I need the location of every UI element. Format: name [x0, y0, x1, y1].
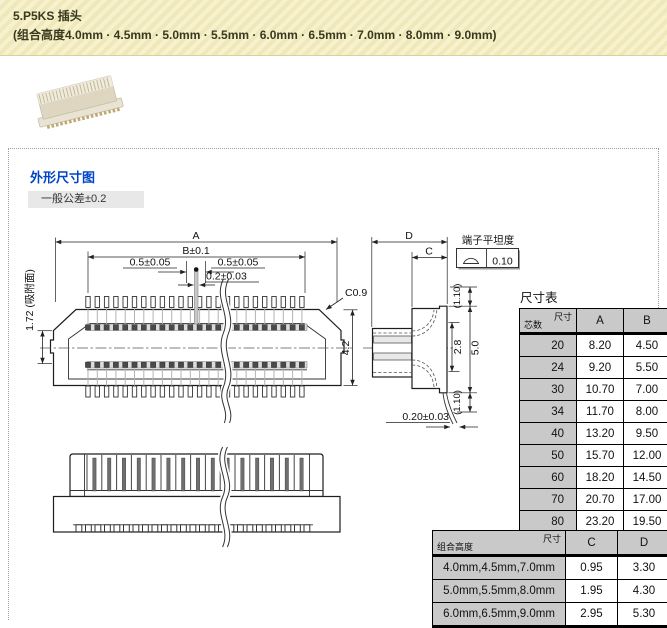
corner-label-size: 尺寸: [543, 532, 561, 545]
value-cell: 1.95: [566, 580, 618, 603]
value-cell: 8.20: [577, 334, 624, 357]
table-row: 6018.2014.50: [520, 467, 667, 489]
table-row: 6.0mm,6.5mm,9.0mm2.955.30: [433, 603, 667, 627]
chamfer-label: C0.9: [345, 287, 367, 299]
dim-label-50: 5.0: [470, 341, 482, 356]
page-header: 5.P5KS 插头 (组合高度4.0mm · 4.5mm · 5.0mm · 5…: [0, 0, 667, 56]
size-table-body: 208.204.50249.205.503010.707.003411.708.…: [520, 334, 667, 556]
page-subtitle: (组合高度4.0mm · 4.5mm · 5.0mm · 5.5mm · 6.0…: [13, 28, 667, 43]
value-cell: 17.00: [624, 489, 667, 511]
size-table-corner-cell: 尺寸 芯数: [520, 309, 577, 334]
height-table-body: 4.0mm,4.5mm,7.0mm0.953.305.0mm,5.5mm,8.0…: [433, 556, 667, 627]
chamfer-leader: [326, 298, 343, 310]
table-row: 208.204.50: [520, 334, 667, 357]
value-cell: 5.30: [618, 603, 667, 627]
value-cell: 20.70: [577, 489, 624, 511]
table-row: 4013.209.50: [520, 423, 667, 445]
value-cell: 9.50: [624, 423, 667, 445]
corner-label-pins: 芯数: [524, 318, 542, 331]
value-cell: 4.50: [624, 334, 667, 357]
dim-label-half-left: 0.5±0.05: [130, 257, 171, 269]
row-header-cell: 24: [520, 357, 577, 379]
height-table-corner-cell: 尺寸 组合高度: [433, 531, 566, 556]
paren-110-bottom: (1.10): [452, 390, 463, 415]
value-cell: 0.95: [566, 556, 618, 580]
flatness-value: 0.10: [492, 256, 513, 268]
connector-photo-graphic: [32, 74, 124, 130]
dim-label-28: 2.8: [452, 340, 464, 355]
table-row: 5.0mm,5.5mm,8.0mm1.954.30: [433, 580, 667, 603]
size-table-title: 尺寸表: [520, 287, 558, 306]
value-cell: 4.30: [618, 580, 667, 603]
dim-label-020: 0.20±0.03: [402, 411, 449, 423]
dim-label-half-right: 0.5±0.05: [218, 257, 259, 269]
col-header-d: D: [618, 531, 667, 556]
suction-label: 1.72 (吸附面): [23, 269, 36, 331]
row-header-cell: 5.0mm,5.5mm,8.0mm: [433, 580, 566, 603]
row-header-cell: 60: [520, 467, 577, 489]
table-row: 4.0mm,4.5mm,7.0mm0.953.30: [433, 556, 667, 580]
table-row: 5015.7012.00: [520, 445, 667, 467]
col-header-b: B: [624, 309, 667, 334]
value-cell: 7.00: [624, 379, 667, 401]
size-table-header-row: 尺寸 芯数 A B: [520, 309, 667, 334]
side-body-outline: [412, 306, 447, 393]
value-cell: 15.70: [577, 445, 624, 467]
row-header-cell: 4.0mm,4.5mm,7.0mm: [433, 556, 566, 580]
product-photo: [24, 68, 136, 142]
table-row: 7020.7017.00: [520, 489, 667, 511]
row-header-cell: 50: [520, 445, 577, 467]
row-header-cell: 20: [520, 334, 577, 357]
value-cell: 5.50: [624, 357, 667, 379]
height-table: 尺寸 组合高度 C D 4.0mm,4.5mm,7.0mm0.953.305.0…: [432, 530, 667, 628]
table-row: 3411.708.00: [520, 401, 667, 423]
dim-label-02: 0.2±0.03: [206, 271, 247, 283]
value-cell: 8.00: [624, 401, 667, 423]
row-header-cell: 6.0mm,6.5mm,9.0mm: [433, 603, 566, 627]
dim-label-42: 4.2: [340, 341, 352, 356]
table-row: 249.205.50: [520, 357, 667, 379]
row-header-cell: 40: [520, 423, 577, 445]
col-header-a: A: [577, 309, 624, 334]
corner-label-size: 尺寸: [554, 310, 572, 323]
size-table: 尺寸 芯数 A B 208.204.50249.205.503010.707.0…: [519, 308, 667, 557]
section-title: 外形尺寸图: [30, 167, 95, 186]
value-cell: 12.00: [624, 445, 667, 467]
datasheet-page: 5.P5KS 插头 (组合高度4.0mm · 4.5mm · 5.0mm · 5…: [0, 0, 667, 620]
value-cell: 2.95: [566, 603, 618, 627]
dim-label-a: A: [192, 230, 199, 242]
value-cell: 14.50: [624, 467, 667, 489]
value-cell: 11.70: [577, 401, 624, 423]
col-header-c: C: [566, 531, 618, 556]
tolerance-note: 一般公差±0.2: [28, 191, 144, 208]
datum-dot: [194, 267, 199, 272]
flatness-title: 端子平坦度: [462, 234, 515, 247]
value-cell: 18.20: [577, 467, 624, 489]
center-pin: [194, 271, 198, 324]
dim-label-d: D: [405, 230, 413, 242]
row-header-cell: 34: [520, 401, 577, 423]
height-table-header-row: 尺寸 组合高度 C D: [433, 531, 667, 556]
paren-110-top: (1.10): [452, 284, 463, 309]
row-header-cell: 70: [520, 489, 577, 511]
dim-label-b: B±0.1: [182, 245, 210, 257]
value-cell: 10.70: [577, 379, 624, 401]
value-cell: 9.20: [577, 357, 624, 379]
dim-label-c: C: [425, 246, 433, 258]
value-cell: 3.30: [618, 556, 667, 580]
table-row: 3010.707.00: [520, 379, 667, 401]
page-title: 5.P5KS 插头: [13, 9, 667, 24]
corner-label-height: 组合高度: [437, 540, 473, 553]
row-header-cell: 30: [520, 379, 577, 401]
value-cell: 13.20: [577, 423, 624, 445]
